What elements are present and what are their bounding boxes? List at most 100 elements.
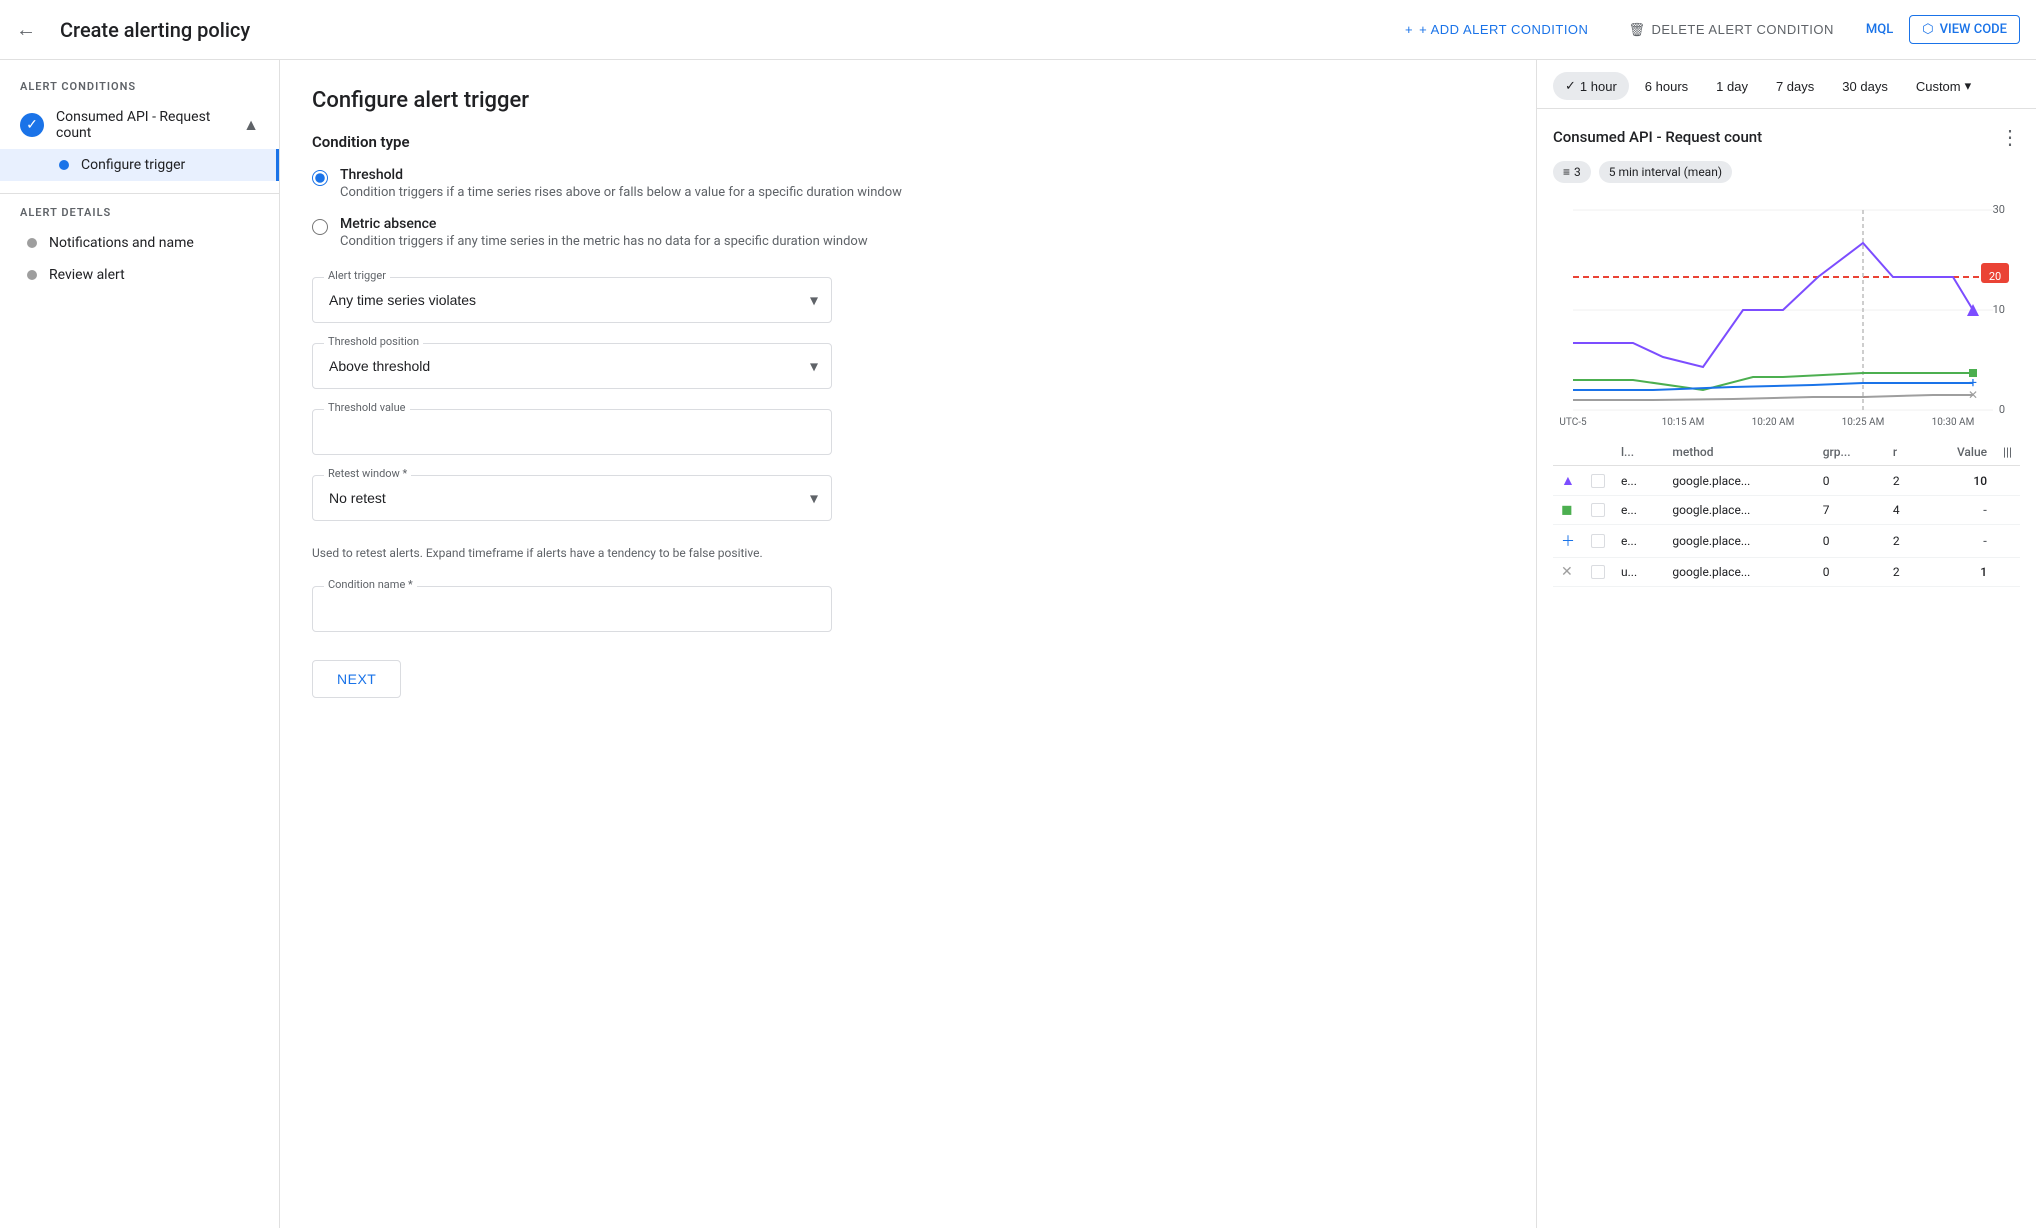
legend-row[interactable]: ◼ e... google.place... 7 4 - [1553,496,2020,525]
svg-text:✕: ✕ [1968,388,1978,402]
condition-name-input[interactable]: Consumed API - Request count [312,586,832,632]
alert-trigger-wrapper: Alert trigger Any time series violates [312,277,832,323]
threshold-value-input[interactable]: 20 [312,409,832,455]
chevron-up-icon: ▲ [243,115,259,135]
condition-type-label: Condition type [312,133,1504,151]
metric-absence-radio[interactable] [312,219,328,235]
time-btn-1day[interactable]: 1 day [1704,73,1760,100]
legend-r: 2 [1885,466,1921,496]
alert-trigger-select-wrapper: Any time series violates [312,277,832,323]
legend-method: google.place... [1664,525,1814,558]
legend-col1: e... [1613,525,1664,558]
check-icon: ✓ [20,113,44,137]
sidebar-item-review[interactable]: Review alert [0,259,279,291]
legend-symbol: ✕ [1553,558,1583,587]
dot-icon-2 [27,270,37,280]
legend-symbol: ▲ [1553,466,1583,496]
chart-controls: ≡ 3 5 min interval (mean) [1553,161,2020,183]
legend-method: google.place... [1664,466,1814,496]
alert-details-label: ALERT DETAILS [0,206,279,227]
topbar-right: MQL ⬡ VIEW CODE [1866,15,2020,44]
legend-col-sym [1553,439,1583,466]
back-button[interactable]: ← [16,17,36,42]
notifications-label: Notifications and name [49,235,194,251]
metric-absence-radio-label: Metric absence [340,216,868,232]
review-label: Review alert [49,267,125,283]
legend-value: 1 [1921,558,1995,587]
legend-value: - [1921,525,1995,558]
legend-col-r: r [1885,439,1921,466]
time-btn-custom[interactable]: Custom ▾ [1904,72,1983,100]
sidebar-item-notifications[interactable]: Notifications and name [0,227,279,259]
time-btn-6hours[interactable]: 6 hours [1633,73,1700,100]
threshold-position-select-wrapper: Above threshold [312,343,832,389]
condition-type-radio-group: Threshold Condition triggers if a time s… [312,167,1504,249]
legend-check[interactable] [1583,558,1613,587]
series-count-chip[interactable]: ≡ 3 [1553,161,1591,183]
legend-col-method: method [1664,439,1814,466]
retest-window-select[interactable]: No retest [312,475,832,521]
threshold-radio[interactable] [312,170,328,186]
threshold-position-wrapper: Threshold position Above threshold [312,343,832,389]
svg-text:10:20 AM: 10:20 AM [1752,417,1795,428]
retest-window-wrapper: Retest window * No retest [312,475,832,521]
legend-header-row: l... method grp... r Value ||| [1553,439,2020,466]
time-btn-7days[interactable]: 7 days [1764,73,1826,100]
legend-tbody: ▲ e... google.place... 0 2 10 ◼ e... goo… [1553,466,2020,587]
threshold-position-label: Threshold position [324,335,423,348]
legend-grp: 0 [1815,466,1885,496]
legend-col-bar [1995,466,2020,496]
legend-check[interactable] [1583,525,1613,558]
svg-text:UTC-5: UTC-5 [1559,417,1587,428]
metric-absence-radio-option[interactable]: Metric absence Condition triggers if any… [312,216,1504,249]
main-form: Configure alert trigger Condition type T… [280,60,1536,1228]
threshold-radio-label: Threshold [340,167,902,183]
legend-check[interactable] [1583,466,1613,496]
chart-menu-button[interactable]: ⋮ [2000,125,2020,149]
right-panel: ✓ 1 hour 6 hours 1 day 7 days 30 days Cu… [1536,60,2036,1228]
sidebar-item-configure-trigger[interactable]: Configure trigger [0,149,279,181]
page-title: Create alerting policy [60,18,1373,42]
legend-col-bar [1995,558,2020,587]
legend-col-value: Value [1921,439,1995,466]
filter-icon: ≡ [1563,165,1570,179]
threshold-position-select[interactable]: Above threshold [312,343,832,389]
layout: ALERT CONDITIONS ✓ Consumed API - Reques… [0,60,2036,1228]
retest-window-label: Retest window * [324,467,411,480]
legend-row[interactable]: ✕ u... google.place... 0 2 1 [1553,558,2020,587]
topbar: ← Create alerting policy + + ADD ALERT C… [0,0,2036,60]
legend-r: 2 [1885,558,1921,587]
view-code-button[interactable]: ⬡ VIEW CODE [1909,15,2020,44]
chart-container: Consumed API - Request count ⋮ ≡ 3 5 min… [1537,109,2036,1228]
alert-trigger-select[interactable]: Any time series violates [312,277,832,323]
legend-col1: u... [1613,558,1664,587]
legend-row[interactable]: ＋ e... google.place... 0 2 - [1553,525,2020,558]
time-btn-30days[interactable]: 30 days [1830,73,1900,100]
chart-toggle-icon[interactable]: ||| [2003,445,2012,459]
legend-r: 4 [1885,496,1921,525]
next-button[interactable]: NEXT [312,660,401,698]
legend-table: l... method grp... r Value ||| ▲ e... go… [1553,439,2020,587]
time-range-bar: ✓ 1 hour 6 hours 1 day 7 days 30 days Cu… [1537,60,2036,109]
chart-svg-element: 30 10 0 20 [1553,195,2013,435]
delete-alert-condition-button[interactable]: 🗑 DELETE ALERT CONDITION [1620,22,1841,38]
mql-button[interactable]: MQL [1866,22,1893,37]
threshold-value-wrapper: Threshold value 20 [312,409,832,455]
legend-symbol: ＋ [1553,525,1583,558]
metric-absence-radio-desc: Condition triggers if any time series in… [340,234,868,249]
legend-row[interactable]: ▲ e... google.place... 0 2 10 [1553,466,2020,496]
legend-r: 2 [1885,525,1921,558]
time-btn-1hour[interactable]: ✓ 1 hour [1553,72,1629,100]
add-alert-condition-button[interactable]: + + ADD ALERT CONDITION [1397,22,1596,37]
threshold-radio-option[interactable]: Threshold Condition triggers if a time s… [312,167,1504,200]
svg-text:10:15 AM: 10:15 AM [1662,417,1705,428]
sidebar-item-consumed-api[interactable]: ✓ Consumed API - Request count ▲ [0,101,279,149]
chevron-down-icon: ▾ [1965,78,1972,94]
chart-header: Consumed API - Request count ⋮ [1553,125,2020,149]
threshold-value-label: Threshold value [324,401,410,414]
condition-item-label: Consumed API - Request count [56,109,231,141]
active-dot [59,160,69,170]
condition-name-label: Condition name * [324,578,417,591]
interval-chip[interactable]: 5 min interval (mean) [1599,161,1732,183]
legend-check[interactable] [1583,496,1613,525]
